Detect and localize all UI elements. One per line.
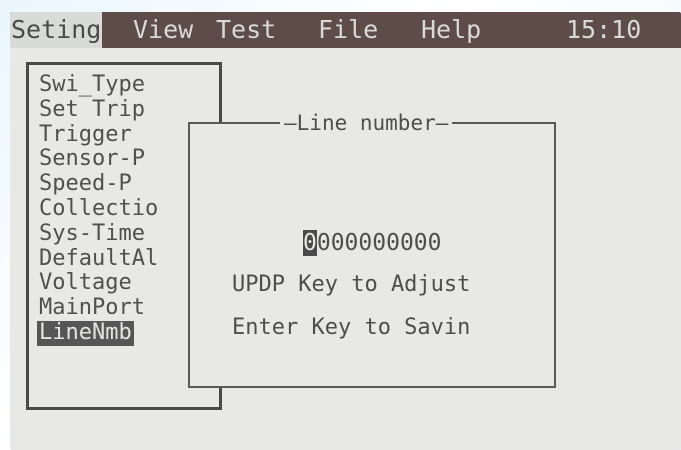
cursor-digit[interactable]: 0 (303, 230, 317, 256)
line-number-value[interactable]: 0000000000 (303, 230, 441, 256)
adjust-instruction: UPDP Key to Adjust (232, 272, 471, 297)
settings-item-label: Voltage (39, 270, 132, 296)
settings-item-label: Speed-P (39, 171, 132, 197)
settings-item[interactable]: MainPort (37, 295, 160, 321)
settings-item[interactable]: Speed-P (37, 171, 160, 197)
settings-item[interactable]: Set Trip (37, 96, 160, 123)
settings-item-label: Set Trip (39, 96, 145, 122)
settings-menu-list: Swi_Type Set Trip Trigger Sensor-P Speed… (37, 72, 160, 346)
settings-item-label: Sys-Time (39, 220, 145, 246)
value-digits: 000000000 (316, 230, 442, 256)
settings-item-label: Sensor-P (39, 146, 145, 172)
dialog-title: —Line number— (280, 111, 453, 135)
settings-item[interactable]: Swi_Type (37, 72, 160, 98)
settings-item-label: Swi_Type (39, 72, 145, 97)
settings-item-label: Trigger (39, 121, 132, 147)
line-number-dialog: —Line number— 0000000000 UPDP Key to Adj… (188, 111, 556, 388)
lcd-screen: Seting View Test File Help 15:10 Swi_Typ… (10, 12, 681, 450)
save-instruction: Enter Key to Savin (232, 315, 471, 340)
settings-item-label: LineNmb (37, 319, 134, 346)
settings-item-label: Collectio (39, 195, 159, 221)
settings-item[interactable]: Collectio (37, 195, 160, 222)
settings-item-label: MainPort (39, 295, 145, 321)
menu-test[interactable]: Test (215, 12, 277, 48)
menu-view[interactable]: View (132, 12, 194, 48)
settings-item-selected[interactable]: LineNmb (37, 319, 160, 346)
settings-item[interactable]: Sys-Time (37, 220, 160, 247)
menu-bar: Seting View Test File Help 15:10 (10, 12, 681, 48)
settings-item[interactable]: Trigger (37, 121, 160, 148)
settings-item[interactable]: Sensor-P (37, 146, 160, 172)
menu-file[interactable]: File (317, 12, 379, 48)
device-frame: Seting View Test File Help 15:10 Swi_Typ… (0, 0, 681, 450)
settings-item[interactable]: Voltage (37, 270, 160, 296)
settings-item[interactable]: DefaultAl (37, 245, 160, 272)
menu-help[interactable]: Help (420, 12, 482, 48)
menu-seting[interactable]: Seting (10, 12, 103, 48)
clock-display: 15:10 (566, 15, 642, 44)
settings-item-label: DefaultAl (39, 245, 159, 271)
dialog-title-text: Line number (296, 111, 436, 135)
